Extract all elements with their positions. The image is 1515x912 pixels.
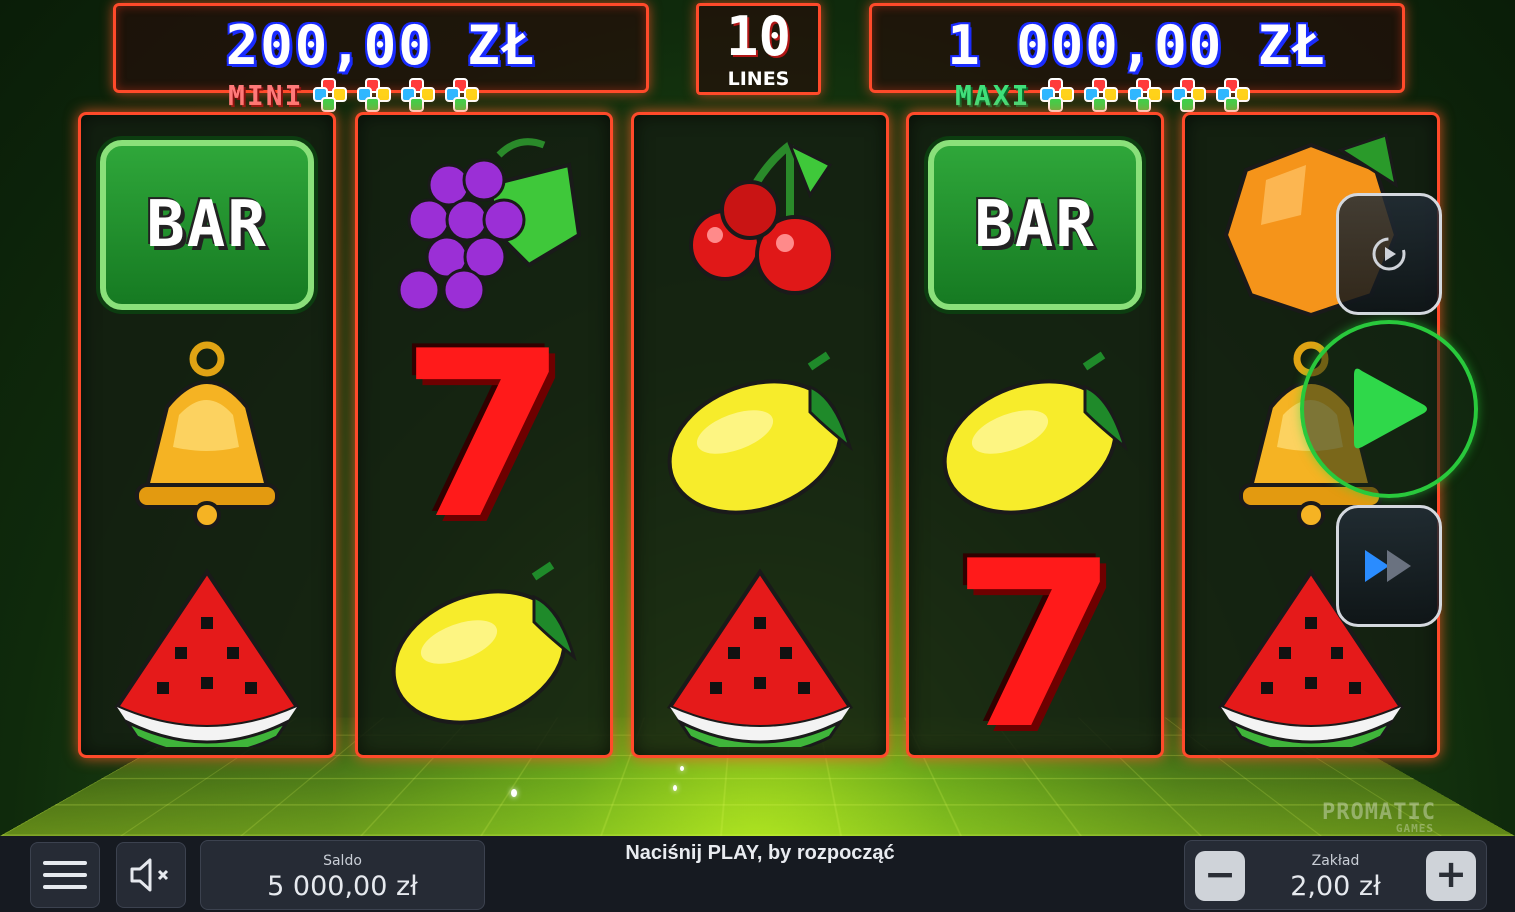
decrease-bet-button[interactable]: − <box>1195 851 1245 901</box>
bar-text: BAR <box>146 188 268 262</box>
autoplay-icon <box>1372 237 1406 271</box>
sparkle <box>511 789 517 797</box>
symbol-bar: BAR <box>91 125 323 325</box>
clover-icon <box>357 78 392 112</box>
balance-value: 5 000,00 zł <box>267 871 418 902</box>
reel-2: 7 <box>355 112 613 758</box>
bet-selector: − Zakład 2,00 zł + <box>1184 840 1487 910</box>
lines-label: LINES <box>727 68 790 90</box>
maxi-jackpot-label: MAXI <box>955 78 1031 112</box>
symbol-bell <box>91 337 323 537</box>
hamburger-menu-icon <box>43 861 87 889</box>
symbol-lemon <box>368 547 600 747</box>
symbol-bar: BAR <box>919 125 1151 325</box>
symbol-seven: 7 <box>368 303 600 570</box>
mini-jackpot-amount: 200,00 ZŁ <box>225 14 537 77</box>
balance-display: Saldo 5 000,00 zł <box>200 840 485 910</box>
clover-icon <box>1084 78 1119 112</box>
symbol-lemon <box>644 337 876 537</box>
bar-text: BAR <box>974 188 1096 262</box>
maxi-jackpot-label-row: MAXI <box>955 78 1251 112</box>
play-button[interactable] <box>1300 320 1478 498</box>
symbol-grapes <box>368 125 600 325</box>
symbol-watermelon <box>644 547 876 747</box>
symbol-seven: 7 <box>919 513 1151 780</box>
clover-icon <box>1040 78 1075 112</box>
seven-text: 7 <box>399 303 569 570</box>
clover-icon <box>401 78 436 112</box>
seven-text: 7 <box>950 513 1120 780</box>
menu-button[interactable] <box>30 842 100 908</box>
sparkle <box>673 785 677 791</box>
promatic-logo: PROMATIC GAMES <box>1322 800 1436 835</box>
maxi-jackpot-amount: 1 000,00 ZŁ <box>947 14 1327 77</box>
turbo-button[interactable] <box>1336 505 1442 627</box>
balance-label: Saldo <box>323 853 362 869</box>
clover-icon <box>1216 78 1251 112</box>
increase-bet-button[interactable]: + <box>1426 851 1476 901</box>
symbol-cherries <box>644 125 876 325</box>
reel-1: BAR <box>78 112 336 758</box>
reel-4: BAR 7 <box>906 112 1164 780</box>
mini-jackpot-label: MINI <box>228 78 304 112</box>
reel-3 <box>631 112 889 758</box>
status-message: Naciśnij PLAY, by rozpocząć <box>625 842 895 864</box>
clover-icon <box>1128 78 1163 112</box>
sound-button[interactable] <box>116 842 186 908</box>
lines-indicator: 10 LINES <box>696 3 821 95</box>
fast-forward-icon <box>1365 550 1411 582</box>
brand-sub: GAMES <box>1395 822 1434 835</box>
sparkle <box>680 766 684 771</box>
play-icon <box>1354 368 1427 449</box>
speaker-muted-icon <box>130 858 169 892</box>
symbol-lemon <box>919 337 1151 537</box>
autoplay-button[interactable] <box>1336 193 1442 315</box>
lines-count: 10 <box>725 5 792 68</box>
symbol-watermelon <box>91 547 323 747</box>
mini-jackpot-label-row: MINI <box>228 78 480 112</box>
bottom-bar: Saldo 5 000,00 zł Naciśnij PLAY, by rozp… <box>0 836 1515 912</box>
clover-icon <box>445 78 480 112</box>
clover-icon <box>313 78 348 112</box>
clover-icon <box>1172 78 1207 112</box>
